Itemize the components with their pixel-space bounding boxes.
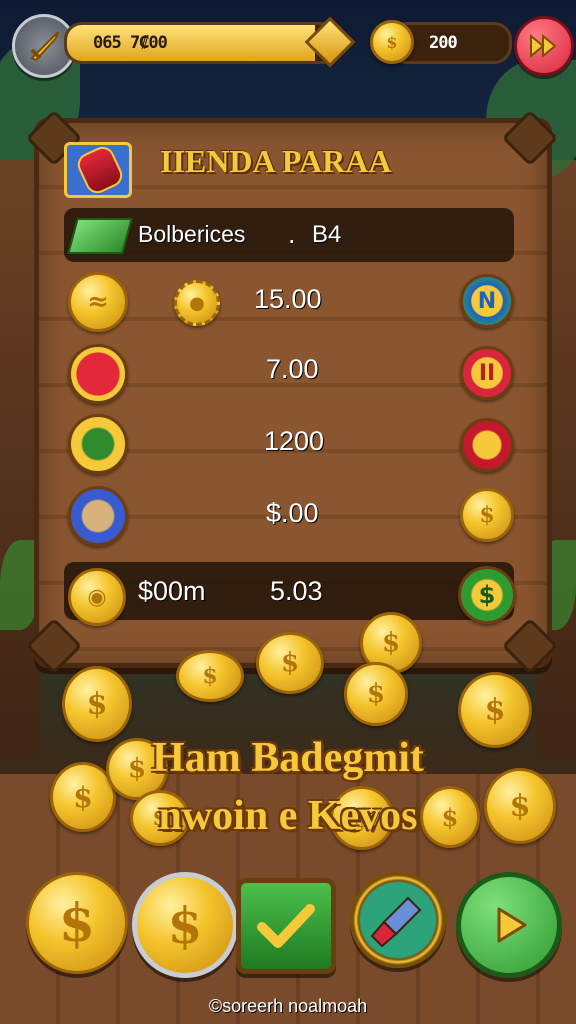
- coin-icon: $: [256, 632, 324, 694]
- progress-bar: 065 7₡00: [64, 22, 340, 64]
- item-price: 7.00: [266, 354, 319, 384]
- reward-banner-line1: Ham Badegmit: [152, 735, 424, 781]
- fast-forward-icon: [530, 34, 557, 58]
- play-button[interactable]: [456, 872, 562, 978]
- shop-header-label: Bolberices: [138, 221, 246, 247]
- footer-row-label: $00m: [138, 576, 206, 606]
- paintbrush-icon: [370, 896, 422, 948]
- gear-coin-icon: ●: [174, 280, 220, 326]
- sword-icon: [30, 31, 59, 62]
- item-price: $.00: [266, 498, 319, 528]
- shop-header-value: B4: [312, 221, 342, 248]
- reward-banner-line2: nwoin e Kevos: [158, 793, 418, 839]
- shop-header-dot: .: [288, 219, 296, 249]
- pause-button[interactable]: II: [460, 346, 514, 400]
- paintbrush-button[interactable]: [350, 872, 446, 968]
- silver-coin-button[interactable]: $: [132, 872, 238, 978]
- lantern-icon: [68, 344, 128, 404]
- coin-icon: $: [344, 662, 408, 726]
- coin-icon: $: [370, 20, 414, 64]
- fast-forward-button[interactable]: [514, 16, 574, 76]
- play-icon: [497, 907, 527, 943]
- item-price: 1200: [264, 426, 325, 456]
- money-stack-icon: [67, 218, 133, 254]
- footer-row-value: 5.03: [270, 576, 323, 606]
- coin-button[interactable]: $: [26, 872, 128, 974]
- item-price: 15.00: [254, 284, 322, 314]
- footer-credit: ©soreerh noalmoah: [208, 996, 368, 1016]
- battery-icon: [68, 414, 128, 474]
- chest-icon: [68, 486, 128, 546]
- item-action-button[interactable]: N: [460, 274, 514, 328]
- shop-title: IIENDA PARAA: [160, 143, 392, 179]
- coin-icon: $: [62, 666, 132, 742]
- coin-counter-value: 200: [429, 33, 458, 53]
- potion-icon: [64, 142, 132, 198]
- confirm-button[interactable]: [236, 878, 336, 974]
- bread-icon: ≈: [68, 272, 128, 332]
- dollar-button[interactable]: $: [460, 488, 514, 542]
- progress-value: 065 7₡00: [93, 33, 168, 53]
- item-action-button[interactable]: Y: [460, 418, 514, 472]
- coin-icon: $: [176, 650, 244, 702]
- green-dollar-button[interactable]: $: [458, 566, 516, 624]
- check-icon: [257, 904, 315, 948]
- target-coin-icon: ◉: [68, 568, 126, 626]
